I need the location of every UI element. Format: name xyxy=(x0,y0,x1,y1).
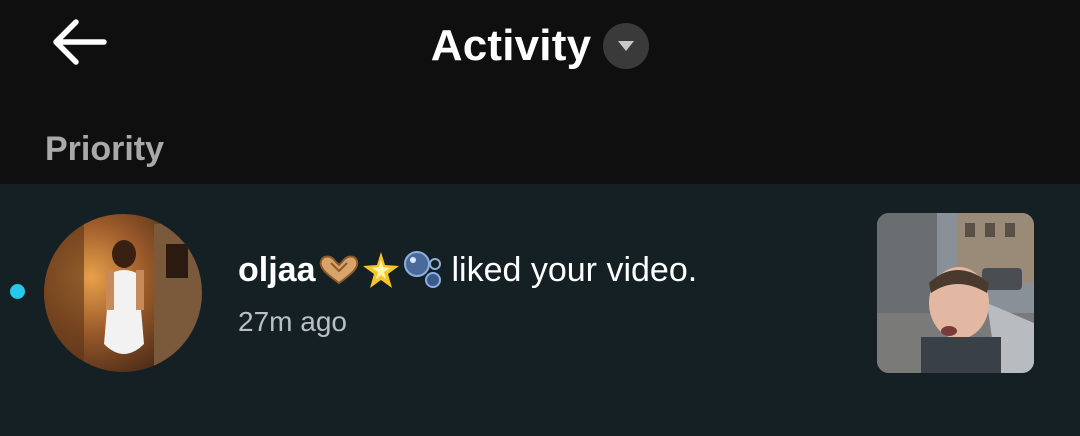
page-title: Activity xyxy=(430,21,592,70)
top-bar: Activity xyxy=(0,0,1080,100)
section-heading: Priority xyxy=(45,130,165,168)
bubbles-icon xyxy=(404,251,442,288)
notification-text: oljaa liked your video. 27m ago xyxy=(238,250,697,338)
chevron-down-icon xyxy=(618,41,635,51)
video-thumbnail[interactable] xyxy=(877,213,1034,373)
avatar-image xyxy=(44,214,202,372)
notification-action: liked your video. xyxy=(451,250,698,289)
activity-filter-dropdown[interactable] xyxy=(603,23,650,69)
sparkle-star-icon xyxy=(363,252,400,288)
username[interactable]: oljaa xyxy=(238,251,315,290)
unread-indicator xyxy=(10,284,25,299)
video-thumbnail-image xyxy=(877,213,1034,373)
notification-line: oljaa liked your video. xyxy=(238,250,697,290)
title-area: Activity xyxy=(0,16,1080,76)
timestamp: 27m ago xyxy=(238,306,347,337)
heart-hands-icon xyxy=(320,255,359,285)
username-emojis xyxy=(317,250,445,290)
avatar[interactable] xyxy=(44,214,202,372)
